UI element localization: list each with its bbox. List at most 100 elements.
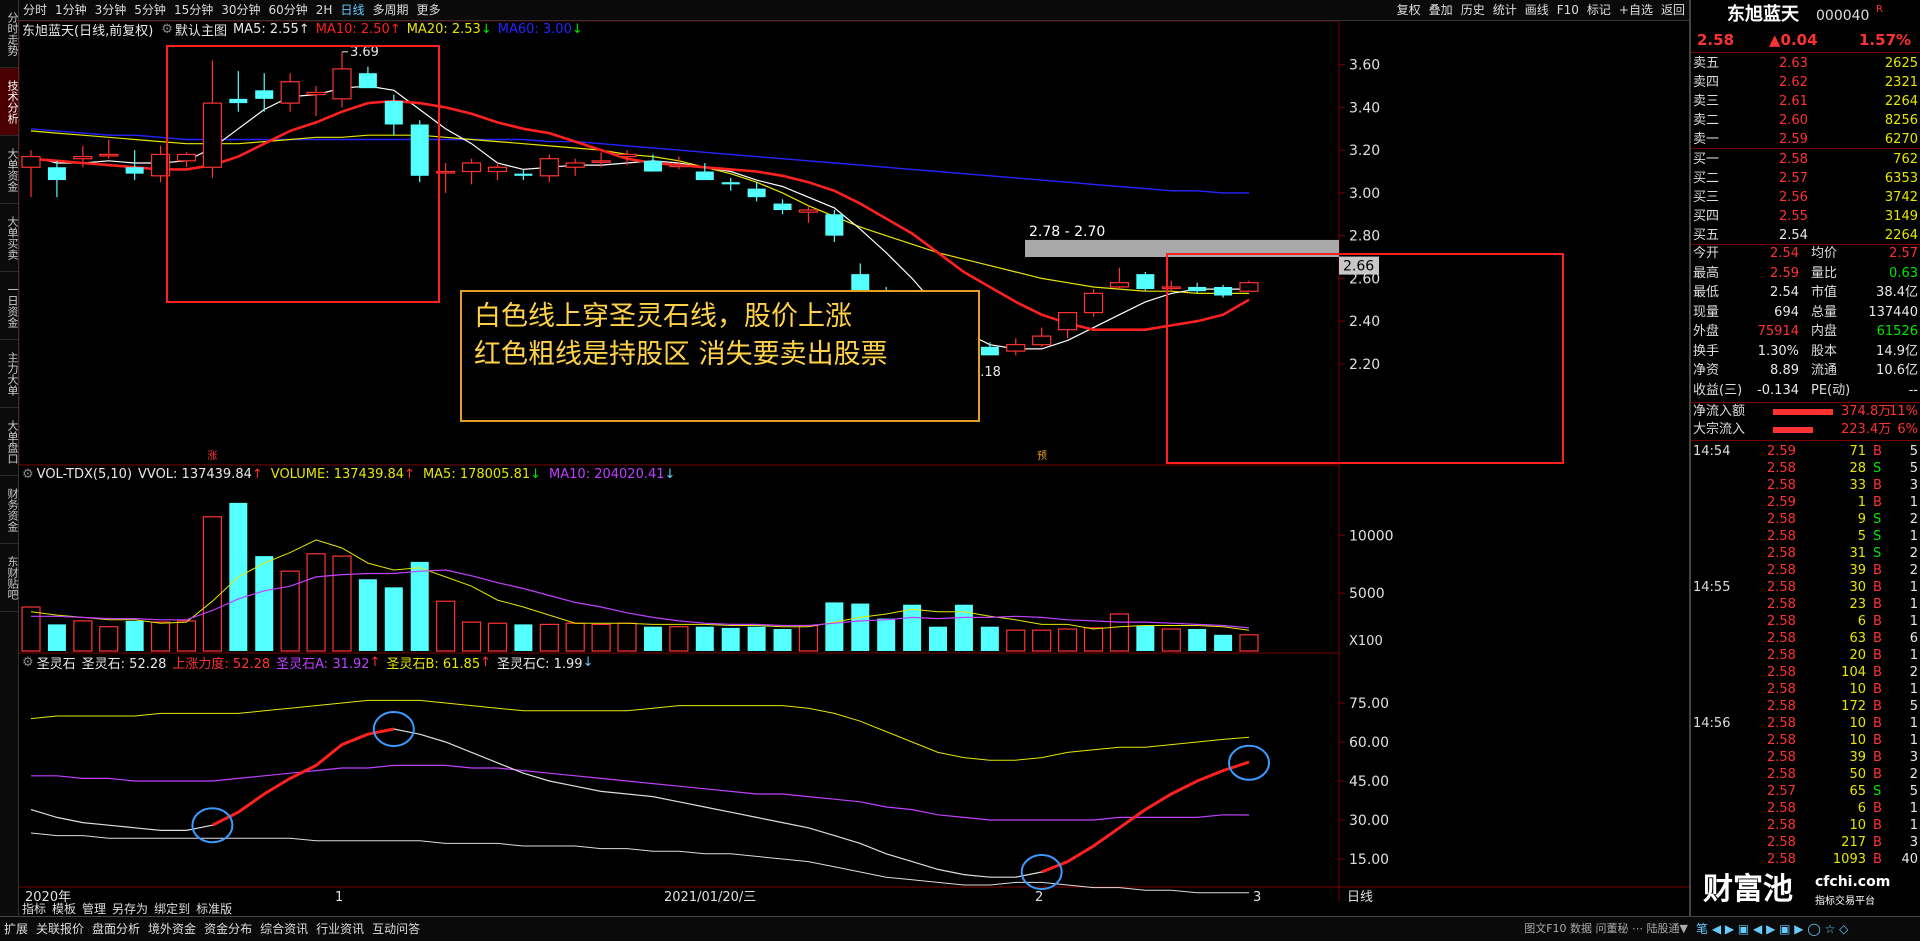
book-price[interactable]: 2.59	[1779, 132, 1808, 148]
tool-button[interactable]: +自选	[1615, 0, 1657, 20]
tool-button[interactable]: F10	[1553, 0, 1583, 20]
left-nav-item[interactable]: 财务资金	[0, 476, 19, 544]
tick-price: 2.58	[1767, 767, 1796, 782]
chart-toolbar-item[interactable]: 绑定到	[151, 902, 193, 916]
tick-volume: 31	[1849, 546, 1866, 561]
period-tab[interactable]: 3分钟	[91, 0, 131, 20]
book-price[interactable]: 2.56	[1779, 190, 1808, 206]
tick-count: 1	[1909, 716, 1918, 731]
bottom-tab[interactable]: 综合资讯	[256, 917, 312, 941]
ma20-value: MA20: 2.53	[406, 21, 481, 37]
left-nav-item[interactable]: 大单资金	[0, 136, 19, 204]
period-tab[interactable]: 1分钟	[51, 0, 91, 20]
tool-button[interactable]: 画线	[1521, 0, 1553, 20]
left-nav-item[interactable]: 一日资金	[0, 272, 19, 340]
gear-icon[interactable]: ⚙	[22, 467, 34, 482]
tick-side: B	[1873, 614, 1882, 629]
vol-tick-label: 5000	[1349, 586, 1385, 602]
period-tab[interactable]: 日线	[336, 0, 368, 20]
book-price[interactable]: 2.58	[1779, 152, 1808, 168]
period-tab[interactable]: 15分钟	[170, 0, 217, 20]
period-tab[interactable]: 分时	[19, 0, 51, 20]
book-price[interactable]: 2.63	[1779, 56, 1808, 72]
period-tab[interactable]: 2H	[312, 0, 337, 20]
volume-bar	[565, 622, 585, 652]
tick-side: B	[1873, 648, 1882, 663]
tick-count: 2	[1909, 767, 1918, 782]
left-nav-item[interactable]: 主力大单	[0, 340, 19, 408]
period-tab[interactable]: 多周期	[368, 0, 412, 20]
tick-count: 1	[1909, 580, 1918, 595]
chart-toolbar-item[interactable]: 模板	[49, 902, 79, 916]
tool-button[interactable]: 复权	[1393, 0, 1425, 20]
chart-toolbar-item[interactable]: 指标	[19, 902, 49, 916]
tick-price: 2.58	[1767, 818, 1796, 833]
period-tab[interactable]: 30分钟	[217, 0, 264, 20]
period-tab[interactable]: 60分钟	[265, 0, 312, 20]
chart-toolbar-item[interactable]: 管理	[79, 902, 109, 916]
left-nav-item[interactable]: 大单盘口	[0, 408, 19, 476]
tool-button[interactable]: 统计	[1489, 0, 1521, 20]
vol-label[interactable]: VOL-TDX(5,10)	[37, 467, 132, 482]
gear-icon[interactable]: ⚙	[161, 22, 173, 37]
period-tab[interactable]: 更多	[412, 0, 444, 20]
candle	[1109, 267, 1130, 290]
book-price[interactable]: 2.55	[1779, 209, 1808, 225]
tool-button[interactable]: 历史	[1457, 0, 1489, 20]
left-nav-item[interactable]: 东财贴吧	[0, 544, 19, 612]
bottom-right-links[interactable]: 图文F10 数据 问董秘 ⋯ 陆股通▼	[1520, 917, 1692, 941]
tick-count: 2	[1909, 512, 1918, 527]
candle	[47, 160, 66, 198]
tick-count: 1	[1909, 614, 1918, 629]
period-tab[interactable]: 5分钟	[130, 0, 170, 20]
tick-count: 5	[1909, 461, 1918, 476]
bottom-tab[interactable]: 关联报价	[32, 917, 88, 941]
tick-side: B	[1873, 801, 1882, 816]
tick-price: 2.58	[1767, 461, 1796, 476]
tool-button[interactable]: 返回	[1657, 0, 1689, 20]
book-price[interactable]: 2.54	[1779, 228, 1808, 244]
book-price[interactable]: 2.62	[1779, 75, 1808, 91]
indicator-label[interactable]: 默认主图	[175, 20, 227, 39]
book-volume: 6353	[1884, 171, 1918, 186]
left-nav-item[interactable]: 分时走势	[0, 0, 19, 68]
book-price[interactable]: 2.60	[1779, 113, 1808, 129]
chart-toolbar-item[interactable]: 另存为	[109, 902, 151, 916]
bottom-tab[interactable]: 行业资讯	[312, 917, 368, 941]
indicator-name[interactable]: 圣灵石	[37, 653, 76, 672]
chart-tools: 复权 叠加 历史 统计 画线 F10 标记 +自选 返回	[1393, 0, 1689, 20]
book-label: 买二	[1693, 171, 1720, 186]
stat-value: 1.30%	[1757, 343, 1799, 359]
candle	[332, 51, 352, 108]
left-nav-item[interactable]: 技术分析	[0, 68, 19, 136]
tick-count: 2	[1909, 546, 1918, 561]
band-label: 2.78 - 2.70	[1029, 224, 1105, 240]
tick-side: B	[1873, 767, 1882, 782]
bottom-tab[interactable]: 扩展	[0, 917, 32, 941]
candle	[1057, 312, 1078, 339]
volume-bar	[1136, 625, 1155, 651]
tool-button[interactable]: 标记	[1583, 0, 1615, 20]
bottom-tab[interactable]: 互动问答	[368, 917, 424, 941]
tick-volume: 10	[1849, 818, 1866, 833]
book-price[interactable]: 2.61	[1779, 94, 1808, 110]
tool-button[interactable]: 叠加	[1425, 0, 1457, 20]
tick-volume: 65	[1849, 784, 1866, 799]
book-volume: 2264	[1884, 94, 1918, 109]
indicator-a-arrow: ↑	[369, 654, 381, 670]
bottom-tab[interactable]: 资金分布	[200, 917, 256, 941]
gear-icon[interactable]: ⚙	[22, 655, 34, 670]
left-nav-item[interactable]: 大单买卖	[0, 204, 19, 272]
chart-toolbar-item[interactable]: 标准版	[193, 902, 235, 916]
tick-count: 5	[1909, 784, 1918, 799]
tick-side: S	[1873, 546, 1882, 561]
tick-count: 1	[1909, 801, 1918, 816]
annotation-box: 白色线上穿圣灵石线，股价上涨 红色粗线是持股区 消失要卖出股票	[460, 290, 980, 422]
x-axis-label: 2	[1035, 890, 1043, 905]
bottom-tab[interactable]: 盘面分析	[88, 917, 144, 941]
book-price[interactable]: 2.57	[1779, 171, 1808, 187]
vol-tick-label: 10000	[1349, 528, 1394, 544]
tick-volume: 28	[1849, 461, 1866, 476]
bottom-tab[interactable]: 境外资金	[144, 917, 200, 941]
candle	[1239, 280, 1259, 292]
